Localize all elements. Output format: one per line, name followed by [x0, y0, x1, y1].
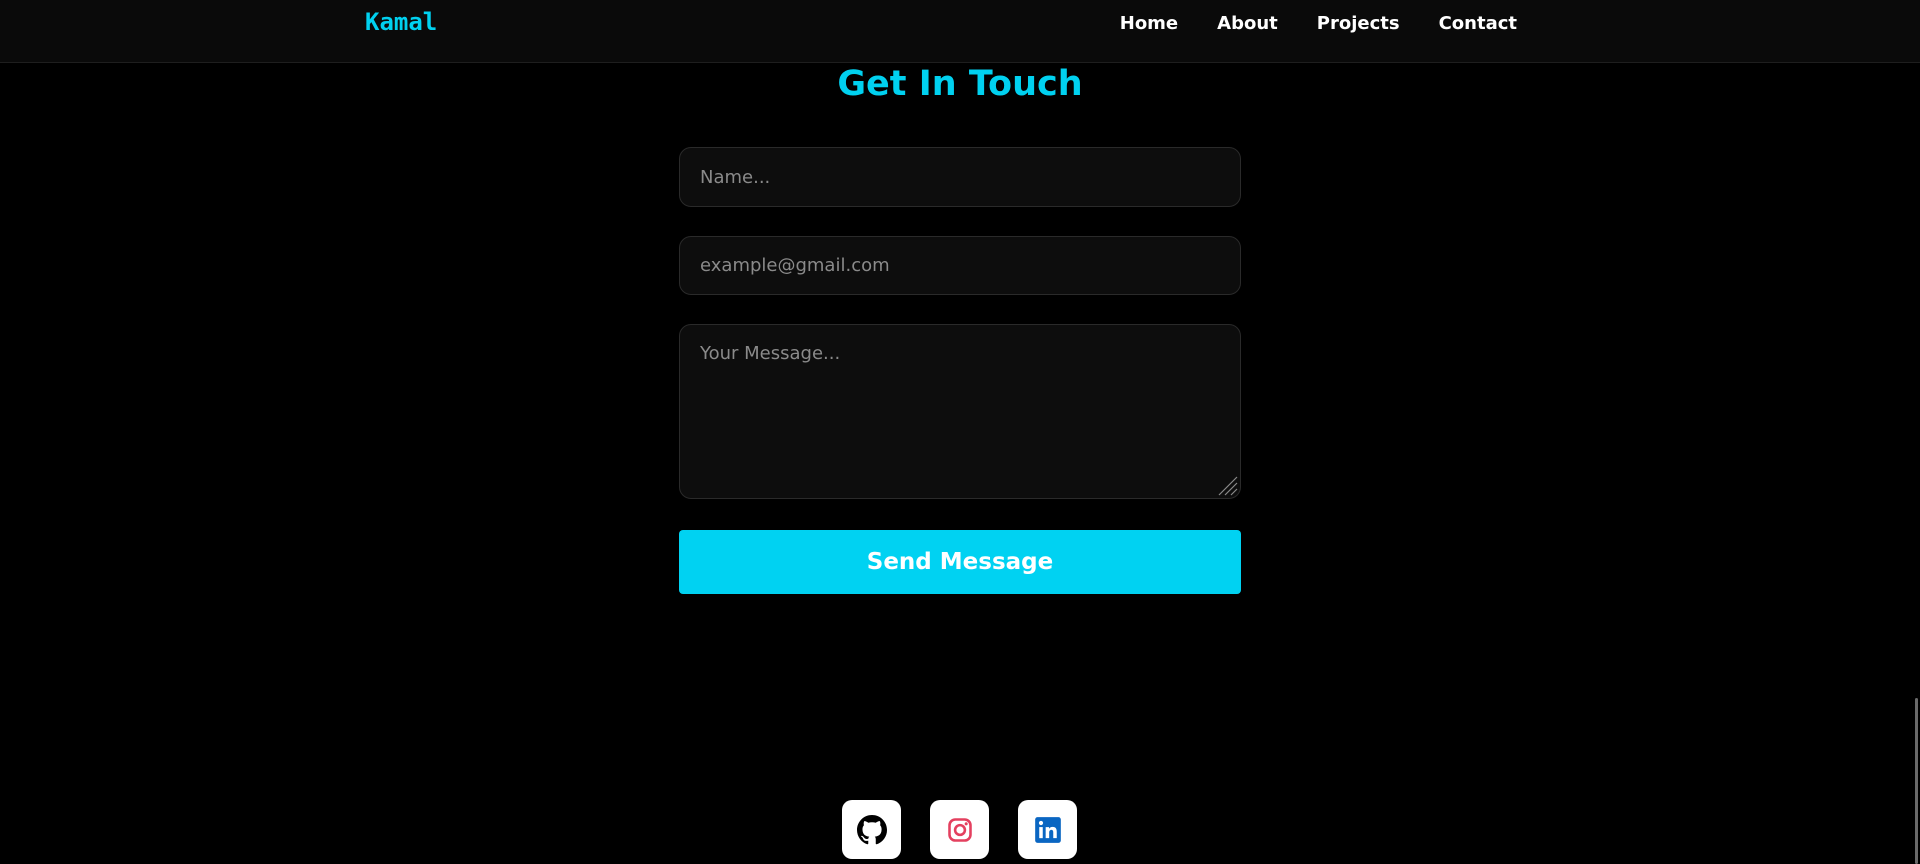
nav-link-about[interactable]: About [1217, 13, 1278, 34]
github-link[interactable] [842, 800, 901, 859]
email-input[interactable] [679, 236, 1241, 295]
social-links [842, 800, 1077, 859]
instagram-link[interactable] [930, 800, 989, 859]
nav-link-home[interactable]: Home [1120, 13, 1178, 34]
linkedin-icon [1034, 816, 1061, 843]
send-message-button[interactable]: Send Message [679, 530, 1241, 594]
message-textarea[interactable] [679, 324, 1241, 499]
instagram-icon [947, 817, 972, 842]
navbar: Kamal Home About Projects Contact [0, 0, 1920, 63]
nav-link-projects[interactable]: Projects [1317, 13, 1400, 34]
name-input[interactable] [679, 147, 1241, 207]
github-icon [856, 814, 887, 844]
linkedin-link[interactable] [1018, 800, 1077, 859]
nav-links: Home About Projects Contact [1120, 13, 1517, 34]
brand-logo[interactable]: Kamal [365, 8, 437, 36]
page-scrollbar[interactable] [1915, 698, 1918, 864]
contact-heading: Get In Touch [837, 64, 1083, 104]
nav-link-contact[interactable]: Contact [1439, 13, 1517, 34]
